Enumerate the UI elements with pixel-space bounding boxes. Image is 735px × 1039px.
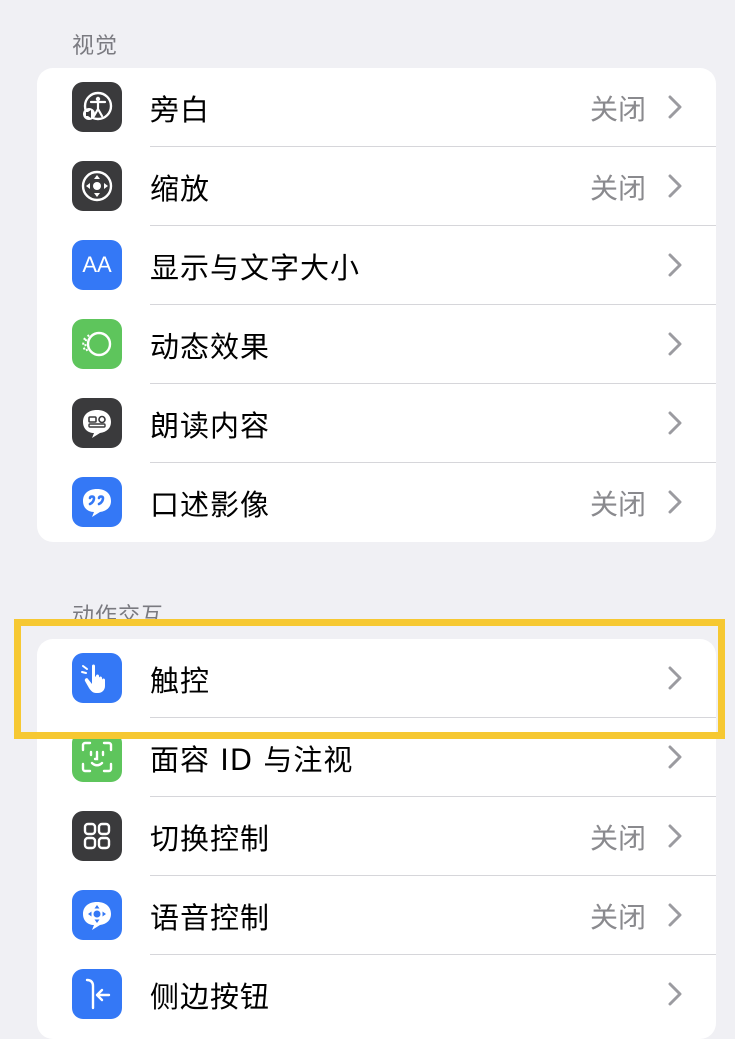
chevron-right-icon bbox=[668, 95, 682, 119]
row-label: 语音控制 bbox=[150, 900, 271, 935]
text-size-icon-glyph: AA bbox=[82, 252, 112, 277]
row-motion[interactable]: 动态效果 bbox=[37, 305, 716, 384]
chevron-right-icon bbox=[668, 174, 682, 198]
row-zoom[interactable]: 缩放 关闭 bbox=[37, 147, 716, 226]
row-label: 动态效果 bbox=[150, 329, 271, 364]
chevron-right-icon bbox=[668, 824, 682, 848]
row-label: 缩放 bbox=[150, 171, 211, 206]
row-value: 关闭 bbox=[589, 171, 646, 205]
row-value: 关闭 bbox=[589, 92, 646, 126]
voiceover-icon bbox=[72, 82, 122, 132]
chevron-right-icon bbox=[668, 982, 682, 1006]
row-label: 面容 ID 与注视 bbox=[150, 742, 354, 777]
row-label: 切换控制 bbox=[150, 821, 271, 856]
chevron-right-icon bbox=[668, 411, 682, 435]
row-label: 旁白 bbox=[150, 92, 211, 127]
spoken-content-icon bbox=[72, 398, 122, 448]
row-voice-control[interactable]: 语音控制 关闭 bbox=[37, 876, 716, 955]
row-label: 侧边按钮 bbox=[150, 979, 271, 1014]
motion-icon bbox=[72, 319, 122, 369]
row-display-text-size[interactable]: AA 显示与文字大小 bbox=[37, 226, 716, 305]
audio-description-icon bbox=[72, 477, 122, 527]
row-value: 关闭 bbox=[589, 487, 646, 521]
face-id-icon bbox=[72, 732, 122, 782]
row-value: 关闭 bbox=[589, 900, 646, 934]
vision-group: 旁白 关闭 缩放 关闭 AA 显示与文字大小 动态效果 朗读内容 口述影像 关闭 bbox=[37, 68, 716, 542]
zoom-icon bbox=[72, 161, 122, 211]
chevron-right-icon bbox=[668, 745, 682, 769]
row-side-button[interactable]: 侧边按钮 bbox=[37, 955, 716, 1034]
section-header-vision: 视觉 bbox=[72, 34, 119, 59]
row-audio-description[interactable]: 口述影像 关闭 bbox=[37, 463, 716, 542]
chevron-right-icon bbox=[668, 903, 682, 927]
row-label: 口述影像 bbox=[150, 487, 271, 522]
row-label: 显示与文字大小 bbox=[150, 250, 361, 285]
chevron-right-icon bbox=[668, 490, 682, 514]
text-size-icon: AA bbox=[72, 240, 122, 290]
row-face-id[interactable]: 面容 ID 与注视 bbox=[37, 718, 716, 797]
row-touch[interactable]: 触控 bbox=[37, 639, 716, 718]
section-header-interaction: 动作交互 bbox=[72, 604, 165, 629]
touch-icon bbox=[72, 653, 122, 703]
switch-control-icon bbox=[72, 811, 122, 861]
chevron-right-icon bbox=[668, 666, 682, 690]
side-button-icon bbox=[72, 969, 122, 1019]
row-switch-control[interactable]: 切换控制 关闭 bbox=[37, 797, 716, 876]
voice-control-icon bbox=[72, 890, 122, 940]
row-spoken-content[interactable]: 朗读内容 bbox=[37, 384, 716, 463]
row-label: 触控 bbox=[150, 663, 211, 698]
row-label: 朗读内容 bbox=[150, 408, 271, 443]
row-voiceover[interactable]: 旁白 关闭 bbox=[37, 68, 716, 147]
row-value: 关闭 bbox=[589, 821, 646, 855]
chevron-right-icon bbox=[668, 253, 682, 277]
chevron-right-icon bbox=[668, 332, 682, 356]
interaction-group: 触控 面容 ID 与注视 切换控制 关闭 语音控制 关闭 侧边按钮 bbox=[37, 639, 716, 1039]
